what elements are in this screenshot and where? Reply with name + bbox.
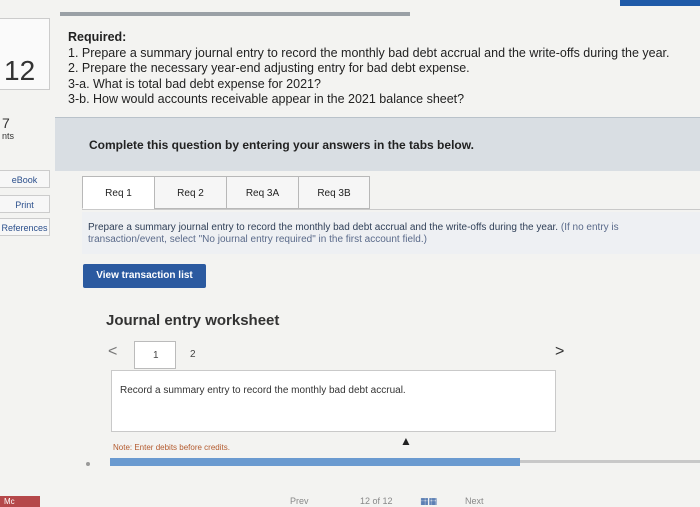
worksheet-page-2-tab[interactable]: 2 bbox=[190, 349, 196, 360]
instructions-banner: Complete this question by entering your … bbox=[55, 117, 700, 171]
question-number-box: 12 bbox=[0, 18, 50, 90]
tab-req-2[interactable]: Req 2 bbox=[154, 176, 226, 209]
question-page-count: 12 of 12 bbox=[360, 496, 393, 506]
references-button[interactable]: References bbox=[0, 218, 50, 236]
grid-icon[interactable]: ▦▦ bbox=[420, 496, 437, 507]
top-progress-line bbox=[60, 12, 410, 16]
question-number: 12 bbox=[4, 55, 36, 86]
tab-req-3a[interactable]: Req 3A bbox=[226, 176, 298, 209]
next-question-button[interactable]: Next bbox=[465, 496, 484, 506]
required-title: Required: bbox=[68, 30, 127, 44]
worksheet-page-1-tab[interactable]: 1 bbox=[134, 341, 176, 369]
points-label: nts bbox=[2, 131, 15, 141]
instruction-main: Prepare a summary journal entry to recor… bbox=[88, 222, 559, 233]
mouse-cursor-icon: ▲ bbox=[400, 434, 412, 448]
view-transaction-list-button[interactable]: View transaction list bbox=[83, 264, 206, 288]
banner-text: Complete this question by entering your … bbox=[89, 138, 474, 152]
chevron-right-icon[interactable]: > bbox=[555, 343, 564, 361]
tab-req-1[interactable]: Req 1 bbox=[82, 176, 154, 209]
ebook-button[interactable]: eBook bbox=[0, 170, 50, 188]
top-right-bar bbox=[620, 0, 700, 6]
left-panel: 12 7 nts eBook Print References Mc bbox=[0, 0, 55, 507]
worksheet-progress-bar bbox=[110, 458, 520, 466]
print-button[interactable]: Print bbox=[0, 195, 50, 213]
chevron-left-icon[interactable]: < bbox=[108, 343, 117, 361]
mc-badge: Mc bbox=[0, 496, 40, 507]
debits-note: Note: Enter debits before credits. bbox=[113, 443, 230, 452]
req-tabs: Req 1 Req 2 Req 3A Req 3B bbox=[82, 176, 370, 209]
tab-req-3b[interactable]: Req 3B bbox=[298, 176, 370, 209]
page-1-label: 1 bbox=[153, 350, 159, 361]
prev-question-button[interactable]: Prev bbox=[290, 496, 309, 506]
required-line-3a: 3-a. What is total bad debt expense for … bbox=[68, 76, 321, 91]
required-line-1: 1. Prepare a summary journal entry to re… bbox=[68, 45, 670, 60]
required-section: Required: 1. Prepare a summary journal e… bbox=[68, 30, 669, 108]
tab-divider bbox=[82, 209, 700, 210]
record-entry-box: Record a summary entry to record the mon… bbox=[111, 370, 556, 432]
required-line-2: 2. Prepare the necessary year-end adjust… bbox=[68, 61, 470, 75]
tab-instruction: Prepare a summary journal entry to recor… bbox=[82, 212, 700, 254]
record-entry-text: Record a summary entry to record the mon… bbox=[120, 385, 406, 396]
points-value: 7 bbox=[2, 115, 10, 131]
progress-cap bbox=[86, 462, 90, 466]
worksheet-title: Journal entry worksheet bbox=[106, 312, 280, 329]
required-line-3b: 3-b. How would accounts receivable appea… bbox=[68, 92, 465, 106]
progress-track bbox=[520, 460, 700, 463]
